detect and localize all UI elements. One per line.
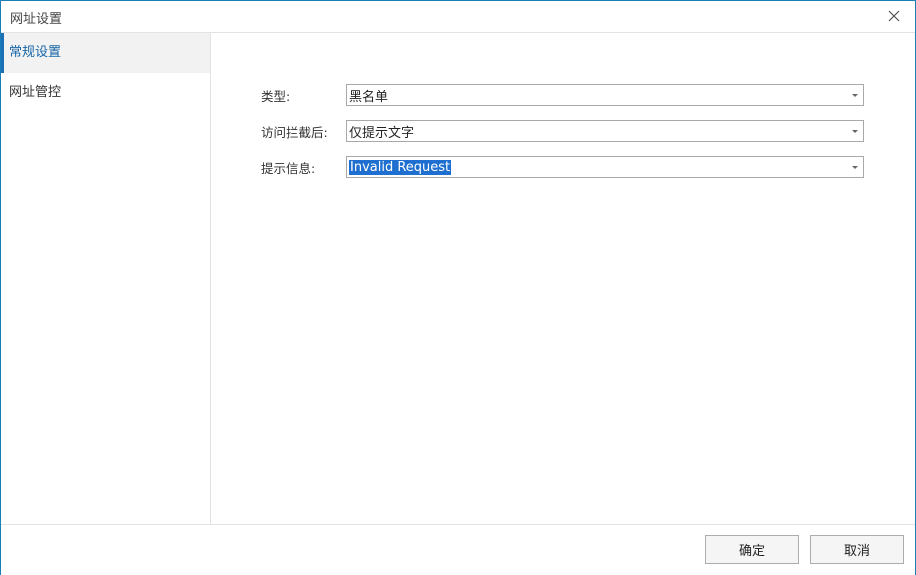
settings-form: 类型: 黑名单 访问拦截后: 仅提示文字 提示信息: Invalid Reque… <box>211 33 915 524</box>
ok-button[interactable]: 确定 <box>705 535 799 564</box>
cancel-button[interactable]: 取消 <box>810 535 904 564</box>
settings-window: 网址设置 常规设置 网址管控 类型: 黑名单 访问拦截后: 仅提示文字 提示信息… <box>0 0 916 575</box>
type-select[interactable]: 黑名单 <box>346 84 864 106</box>
message-value[interactable]: Invalid Request <box>349 159 452 175</box>
chevron-down-icon <box>852 94 858 97</box>
type-label: 类型: <box>261 88 291 104</box>
type-row: 类型: 黑名单 <box>261 83 864 107</box>
chevron-down-icon <box>852 130 858 133</box>
message-combobox[interactable]: Invalid Request <box>346 156 864 178</box>
dialog-footer: 确定 取消 <box>1 524 915 575</box>
type-value: 黑名单 <box>349 89 389 105</box>
message-label: 提示信息: <box>261 160 316 176</box>
title-bar: 网址设置 <box>1 1 915 33</box>
close-icon <box>888 10 900 22</box>
after-block-row: 访问拦截后: 仅提示文字 <box>261 119 864 143</box>
after-block-select[interactable]: 仅提示文字 <box>346 120 864 142</box>
chevron-down-icon <box>852 166 858 169</box>
message-row: 提示信息: Invalid Request <box>261 155 864 179</box>
close-button[interactable] <box>885 7 903 25</box>
after-block-value: 仅提示文字 <box>349 125 415 141</box>
sidebar-item-label: 网址管控 <box>9 85 62 100</box>
sidebar: 常规设置 网址管控 <box>1 33 211 524</box>
after-block-label: 访问拦截后: <box>261 124 328 140</box>
sidebar-item-url-control[interactable]: 网址管控 <box>1 73 210 113</box>
sidebar-item-label: 常规设置 <box>9 45 62 60</box>
window-title: 网址设置 <box>10 12 63 27</box>
sidebar-item-general-settings[interactable]: 常规设置 <box>1 33 210 73</box>
